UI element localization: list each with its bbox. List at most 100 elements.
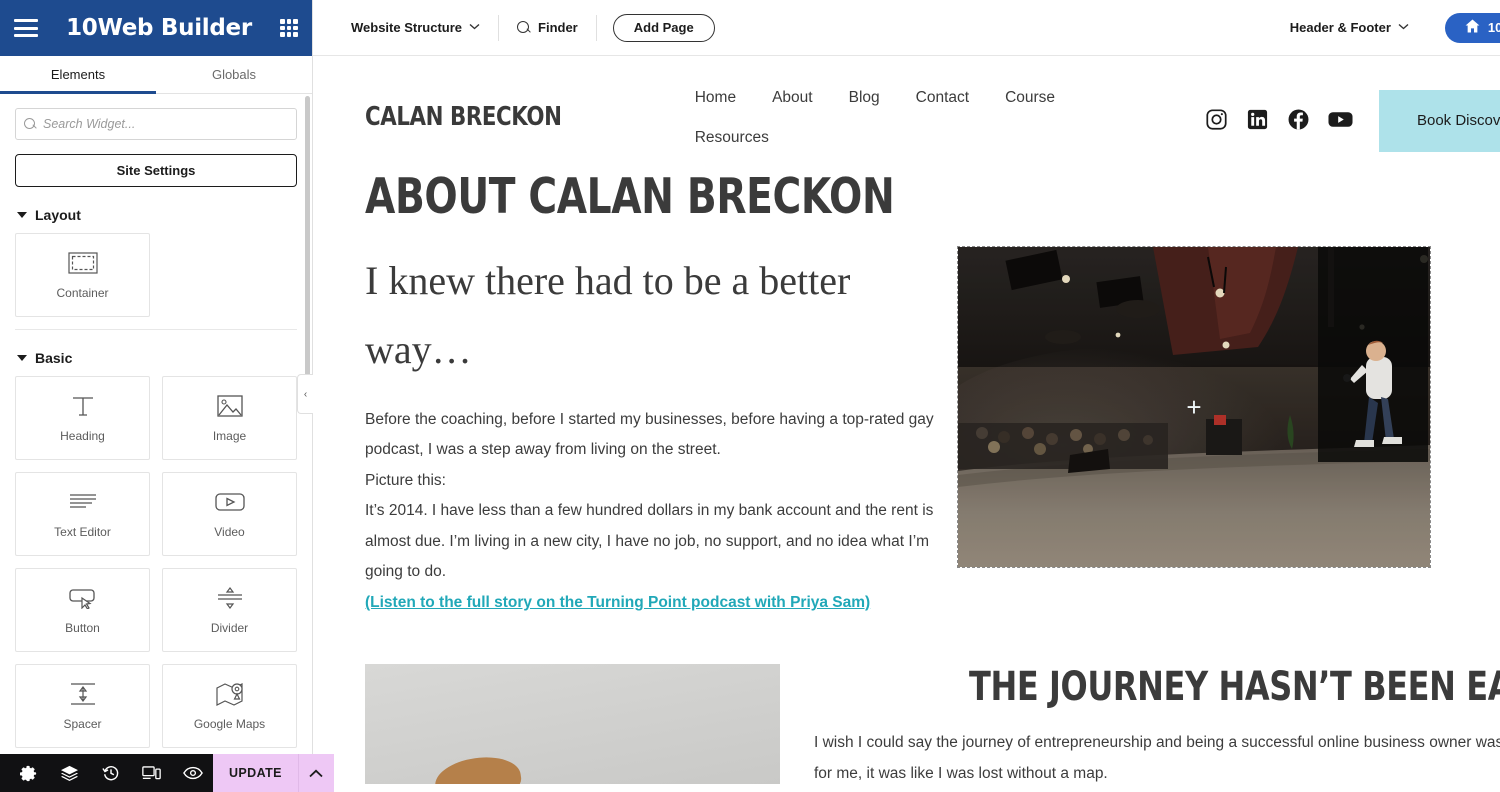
intro-paragraph-1: Before the coaching, before I started my… — [365, 410, 934, 459]
section-basic: Basic Heading Image Text Editor Video Bu… — [0, 330, 312, 748]
widget-video[interactable]: Video — [162, 472, 297, 556]
youtube-icon[interactable] — [1328, 110, 1353, 129]
stage-photo[interactable]: + — [957, 246, 1431, 568]
builder-app: 10Web Builder Elements Globals Site Sett… — [0, 0, 1500, 792]
update-button-label: UPDATE — [229, 766, 282, 780]
widget-text-editor[interactable]: Text Editor — [15, 472, 150, 556]
canvas-area: Website Structure Finder Add Page Header… — [313, 0, 1500, 792]
dashboard-button-label: 10Web Dashboard — [1487, 20, 1500, 35]
site-logo[interactable]: CALAN BRECKON — [365, 102, 562, 132]
image-icon — [213, 393, 247, 419]
intro-paragraph-3: It’s 2014. I have less than a few hundre… — [365, 502, 934, 581]
tab-elements[interactable]: Elements — [0, 56, 156, 94]
site-settings-button[interactable]: Site Settings — [15, 154, 297, 187]
intro-body: Before the coaching, before I started my… — [365, 405, 940, 619]
nav-item-contact[interactable]: Contact — [916, 89, 969, 107]
site-content: ABOUT CALAN BRECKON I knew there had to … — [313, 168, 1500, 789]
nav-item-blog[interactable]: Blog — [849, 89, 880, 107]
site-nav: Home About Blog Contact Course Resources — [695, 84, 1115, 147]
search-row — [0, 94, 312, 140]
facebook-icon[interactable] — [1287, 108, 1310, 131]
preview-eye-icon[interactable] — [172, 754, 213, 792]
widget-divider[interactable]: Divider — [162, 568, 297, 652]
finder-button[interactable]: Finder — [499, 20, 596, 35]
intro-row: I knew there had to be a better way… Bef… — [365, 246, 1500, 618]
sidebar-tabs: Elements Globals — [0, 56, 312, 94]
instagram-icon[interactable] — [1205, 108, 1228, 131]
search-input[interactable] — [43, 117, 288, 131]
grid-apps-icon[interactable] — [280, 19, 298, 37]
section-layout-title: Layout — [35, 207, 81, 223]
tab-globals[interactable]: Globals — [156, 56, 312, 93]
website-structure-menu[interactable]: Website Structure — [333, 20, 498, 35]
site-header: CALAN BRECKON Home About Blog Contact Co… — [313, 56, 1500, 152]
toolbar-divider — [595, 14, 597, 41]
widget-button[interactable]: Button — [15, 568, 150, 652]
google-maps-icon — [213, 681, 247, 707]
journey-photo[interactable] — [365, 664, 780, 785]
image-center-marker: + — [1186, 392, 1202, 422]
nav-item-course[interactable]: Course — [1005, 89, 1055, 107]
nav-item-about[interactable]: About — [772, 89, 813, 107]
search-widget-box[interactable] — [15, 108, 297, 140]
sidebar-collapse-toggle[interactable]: ‹ — [297, 374, 313, 414]
finder-label: Finder — [538, 20, 578, 35]
text-editor-icon — [66, 489, 100, 515]
linkedin-icon[interactable] — [1246, 108, 1269, 131]
page-title: ABOUT CALAN BRECKON — [365, 168, 895, 225]
history-icon[interactable] — [90, 754, 131, 792]
journey-paragraph: I wish I could say the journey of entrep… — [814, 734, 1500, 782]
responsive-devices-icon[interactable] — [131, 754, 172, 792]
widget-button-label: Button — [65, 621, 100, 635]
builder-bottom-bar: UPDATE — [0, 754, 334, 792]
settings-gear-icon[interactable] — [8, 754, 49, 792]
sidebar-scrollbar[interactable] — [305, 96, 310, 396]
update-button[interactable]: UPDATE — [213, 754, 334, 792]
widget-google-maps[interactable]: Google Maps — [162, 664, 297, 748]
hamburger-icon[interactable] — [14, 19, 38, 37]
widget-heading[interactable]: Heading — [15, 376, 150, 460]
button-icon — [66, 585, 100, 611]
book-discovery-call-button[interactable]: Book Discovery Call — [1379, 90, 1500, 152]
widget-google-maps-label: Google Maps — [193, 717, 266, 731]
chevron-down-icon — [17, 212, 27, 218]
intro-text-column: I knew there had to be a better way… Bef… — [365, 247, 940, 618]
search-icon — [517, 20, 531, 35]
widget-container[interactable]: Container — [15, 233, 150, 317]
header-footer-menu[interactable]: Header & Footer — [1272, 20, 1427, 35]
app-title: 10Web Builder — [66, 15, 252, 41]
basic-widget-grid: Heading Image Text Editor Video Button D… — [15, 376, 297, 748]
home-icon — [1465, 19, 1480, 36]
podcast-link[interactable]: (Listen to the full story on the Turning… — [365, 594, 870, 611]
video-icon — [213, 489, 247, 515]
intro-paragraph-2: Picture this: — [365, 471, 446, 489]
site-preview: CALAN BRECKON Home About Blog Contact Co… — [313, 56, 1500, 792]
widget-image[interactable]: Image — [162, 376, 297, 460]
journey-row: THE JOURNEY HASN’T BEEN EASY… I wish I c… — [365, 664, 1500, 789]
chevron-down-icon — [17, 355, 27, 361]
nav-item-resources[interactable]: Resources — [695, 129, 769, 147]
spacer-icon — [66, 681, 100, 707]
layers-navigator-icon[interactable] — [49, 754, 90, 792]
nav-item-home[interactable]: Home — [695, 89, 736, 107]
widget-divider-label: Divider — [210, 621, 249, 635]
journey-text-column: THE JOURNEY HASN’T BEEN EASY… I wish I c… — [814, 664, 1500, 789]
widgets-sidebar: 10Web Builder Elements Globals Site Sett… — [0, 0, 334, 792]
builder-toolbar: Website Structure Finder Add Page Header… — [313, 0, 1500, 56]
add-page-button[interactable]: Add Page — [612, 13, 715, 42]
bottom-bar-icons — [0, 754, 213, 792]
dashboard-button[interactable]: 10Web Dashboard — [1444, 12, 1500, 43]
chevron-up-icon[interactable] — [297, 754, 334, 792]
widget-container-label: Container — [56, 286, 109, 300]
widget-spacer[interactable]: Spacer — [15, 664, 150, 748]
widget-text-editor-label: Text Editor — [54, 525, 111, 539]
section-basic-header[interactable]: Basic — [15, 330, 297, 376]
section-basic-title: Basic — [35, 350, 73, 366]
widget-heading-label: Heading — [60, 429, 105, 443]
journey-title: THE JOURNEY HASN’T BEEN EASY… — [969, 664, 1500, 711]
website-structure-label: Website Structure — [351, 20, 463, 35]
journey-body: I wish I could say the journey of entrep… — [814, 728, 1500, 789]
heading-icon — [66, 393, 100, 419]
section-layout-header[interactable]: Layout — [15, 187, 297, 233]
widget-image-label: Image — [212, 429, 247, 443]
